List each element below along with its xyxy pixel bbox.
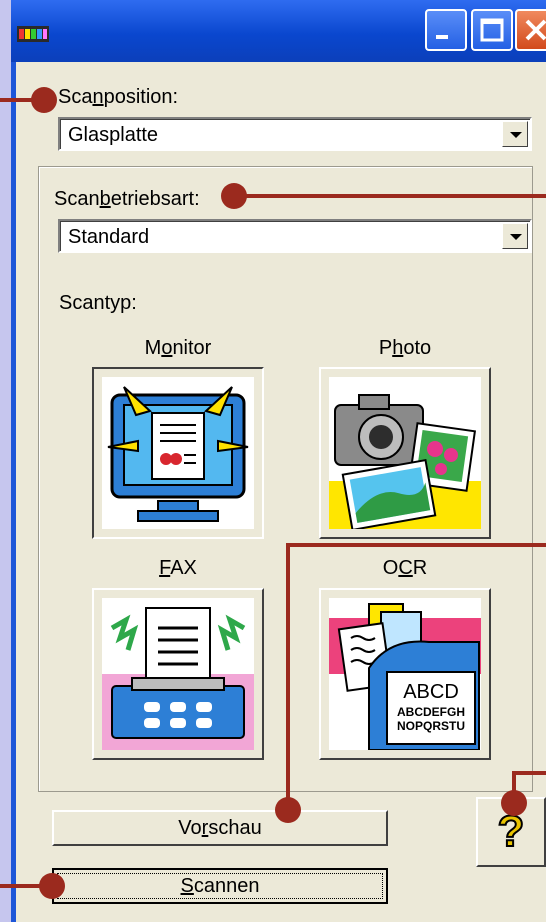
fax-tile-label: FAX	[159, 557, 197, 579]
scan-position-select[interactable]: Glasplatte	[58, 117, 532, 151]
scan-position-dropdown-button[interactable]	[502, 121, 528, 147]
ocr-documents-icon: ABCD ABCDEFGH NOPQRSTU	[329, 598, 481, 750]
scan-type-label: Scantyp:	[59, 292, 137, 314]
ocr-sample-line-1: ABCDEFGH	[397, 705, 465, 719]
help-button[interactable]: ?	[476, 797, 546, 867]
ocr-tile-label: OCR	[382, 557, 428, 579]
title-bar[interactable]	[11, 0, 546, 62]
scan-mode-label: Scanbetriebsart:	[54, 188, 200, 210]
photo-tile-label: Photo	[378, 337, 432, 359]
scan-button[interactable]: Scannen	[52, 868, 388, 904]
fax-machine-icon	[102, 598, 254, 750]
preview-button[interactable]: Vorschau	[52, 810, 388, 846]
minimize-icon	[436, 35, 448, 39]
scan-type-fax-button[interactable]	[92, 588, 264, 760]
ocr-sample-large: ABCD	[403, 681, 459, 703]
help-question-icon: ?	[497, 806, 526, 857]
scan-type-monitor-button[interactable]	[92, 367, 264, 539]
scan-mode-dropdown-button[interactable]	[502, 223, 528, 249]
maximize-button[interactable]	[471, 9, 513, 51]
maximize-icon	[480, 18, 504, 42]
scan-position-value: Glasplatte	[68, 124, 159, 146]
minimize-button[interactable]	[425, 9, 467, 51]
camera-photos-icon	[329, 377, 481, 529]
scanner-window: Scanposition: Glasplatte Scanbetriebsart…	[11, 0, 546, 922]
monitor-tile-label: Monitor	[144, 337, 212, 359]
app-icon	[17, 26, 49, 42]
dialog-client-area: Scanposition: Glasplatte Scanbetriebsart…	[16, 62, 546, 922]
scan-type-photo-button[interactable]	[319, 367, 491, 539]
close-icon	[525, 19, 546, 41]
scan-type-ocr-button[interactable]: ABCD ABCDEFGH NOPQRSTU	[319, 588, 491, 760]
scan-mode-value: Standard	[68, 226, 150, 248]
scan-position-label: Scanposition:	[58, 86, 179, 108]
scan-mode-select[interactable]: Standard	[58, 219, 532, 253]
ocr-sample-line-2: NOPQRSTU	[397, 719, 465, 733]
close-button[interactable]	[515, 9, 546, 51]
monitor-document-icon	[102, 377, 254, 529]
